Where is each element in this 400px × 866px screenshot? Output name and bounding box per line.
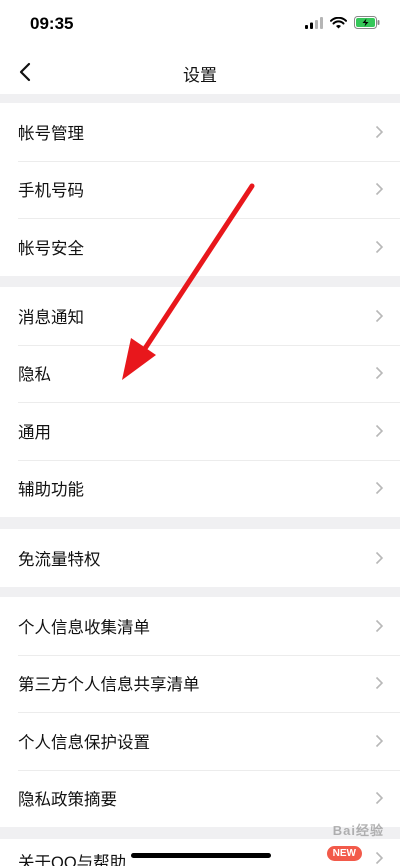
settings-item-label: 个人信息保护设置 — [18, 733, 150, 752]
settings-group-general: 消息通知 隐私 通用 辅助功能 — [0, 287, 400, 517]
settings-item-label: 关于QQ与帮助 — [18, 854, 127, 866]
chevron-right-icon — [375, 851, 384, 865]
settings-item-general[interactable]: 通用 — [0, 402, 400, 460]
settings-item-privacy[interactable]: 隐私 — [0, 344, 400, 403]
settings-group-account: 帐号管理 手机号码 帐号安全 — [0, 103, 400, 276]
status-icons — [305, 16, 380, 34]
settings-item-label: 辅助功能 — [18, 481, 84, 500]
settings-item-label: 个人信息收集清单 — [18, 618, 150, 637]
settings-group-personal-info: 个人信息收集清单 第三方个人信息共享清单 个人信息保护设置 隐私政策摘要 — [0, 597, 400, 827]
settings-item-label: 通用 — [18, 423, 51, 442]
settings-item-account-security[interactable]: 帐号安全 — [0, 218, 400, 276]
settings-item-privacy-policy-summary[interactable]: 隐私政策摘要 — [0, 769, 400, 828]
settings-item-label: 隐私 — [18, 366, 51, 385]
home-indicator[interactable] — [131, 853, 271, 858]
chevron-right-icon — [375, 482, 384, 495]
settings-item-third-party-sharing-list[interactable]: 第三方个人信息共享清单 — [0, 654, 400, 713]
new-badge: NEW — [326, 846, 362, 861]
chevron-right-icon — [375, 792, 384, 805]
chevron-right-icon — [375, 424, 384, 437]
page-title: 设置 — [183, 66, 217, 85]
chevron-right-icon — [375, 677, 384, 690]
status-time: 09:35 — [30, 14, 74, 33]
chevron-right-icon — [375, 367, 384, 380]
watermark: Bai经验 — [332, 823, 384, 838]
wifi-icon — [330, 16, 347, 34]
chevron-right-icon — [375, 734, 384, 747]
settings-item-label: 第三方个人信息共享清单 — [18, 676, 200, 695]
chevron-right-icon — [375, 183, 384, 196]
settings-group-data-saver: 免流量特权 — [0, 529, 400, 587]
battery-charging-icon — [354, 16, 380, 34]
chevron-right-icon — [375, 240, 384, 253]
signal-icon — [305, 16, 323, 34]
settings-item-free-data[interactable]: 免流量特权 — [0, 529, 400, 587]
settings-item-phone-number[interactable]: 手机号码 — [0, 160, 400, 219]
settings-item-label: 隐私政策摘要 — [18, 791, 117, 810]
settings-item-label: 免流量特权 — [18, 550, 101, 569]
status-bar: 09:35 — [0, 0, 400, 50]
settings-item-notifications[interactable]: 消息通知 — [0, 287, 400, 345]
chevron-right-icon — [375, 125, 384, 138]
chevron-right-icon — [375, 551, 384, 564]
settings-item-label: 消息通知 — [18, 308, 84, 327]
settings-item-label: 手机号码 — [18, 182, 84, 201]
settings-item-info-collection-list[interactable]: 个人信息收集清单 — [0, 597, 400, 655]
chevron-right-icon — [375, 619, 384, 632]
settings-item-account-management[interactable]: 帐号管理 — [0, 103, 400, 161]
chevron-right-icon — [375, 309, 384, 322]
settings-item-info-protection[interactable]: 个人信息保护设置 — [0, 712, 400, 770]
settings-item-label: 帐号安全 — [18, 239, 84, 258]
settings-item-accessibility[interactable]: 辅助功能 — [0, 459, 400, 518]
settings-item-label: 帐号管理 — [18, 124, 84, 143]
navigation-bar: 设置 — [0, 50, 400, 94]
